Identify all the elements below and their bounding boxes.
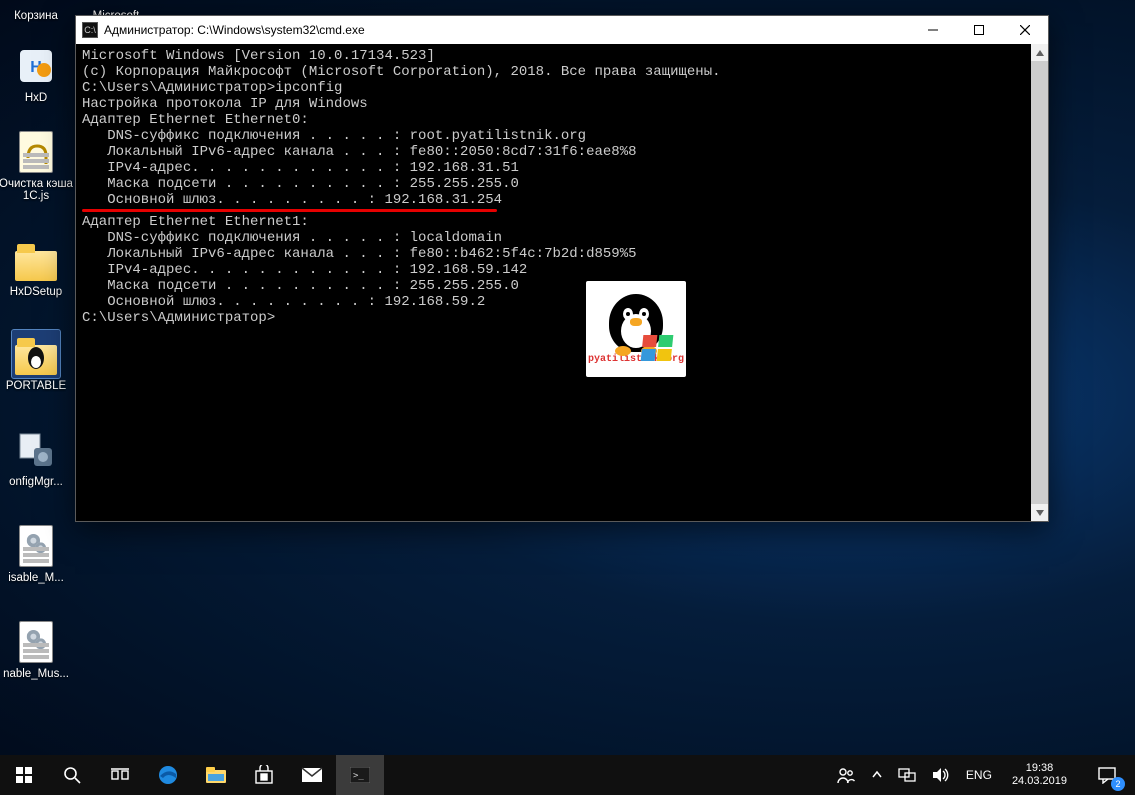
- icon-label: isable_M...: [8, 572, 64, 584]
- maximize-button[interactable]: [956, 16, 1002, 44]
- desktop-icon-ochistka[interactable]: Очистка кэша 1C.js: [0, 128, 74, 202]
- cmd-line: IPv4-адрес. . . . . . . . . . . . : 192.…: [82, 160, 1025, 176]
- action-center-button[interactable]: 2: [1083, 755, 1131, 795]
- cmd-line: Локальный IPv6-адрес канала . . . : fe80…: [82, 246, 1025, 262]
- taskbar-cmd[interactable]: >_: [336, 755, 384, 795]
- people-icon[interactable]: [832, 755, 860, 795]
- clock[interactable]: 19:38 24.03.2019: [1004, 762, 1075, 788]
- icon-label: PORTABLE: [6, 380, 66, 392]
- volume-icon[interactable]: [928, 755, 954, 795]
- desktop-icon-nable-mus[interactable]: nable_Mus...: [0, 618, 74, 680]
- cmd-line: Основной шлюз. . . . . . . . . : 192.168…: [82, 192, 1025, 208]
- cmd-line: Маска подсети . . . . . . . . . . : 255.…: [82, 278, 1025, 294]
- taskbar-mail[interactable]: [288, 755, 336, 795]
- notification-badge: 2: [1111, 777, 1125, 791]
- cmd-window: C:\ Администратор: C:\Windows\system32\c…: [75, 15, 1049, 522]
- cmd-line: Локальный IPv6-адрес канала . . . : fe80…: [82, 144, 1025, 160]
- vertical-scrollbar[interactable]: [1031, 44, 1048, 521]
- cmd-line: (c) Корпорация Майкрософт (Microsoft Cor…: [82, 64, 1025, 80]
- desktop-icon-korzina[interactable]: Корзина: [0, 0, 74, 22]
- minimize-button[interactable]: [910, 16, 956, 44]
- cmd-line: Настройка протокола IP для Windows: [82, 96, 1025, 112]
- icon-label: HxDSetup: [10, 286, 62, 298]
- desktop-icon-portable[interactable]: PORTABLE: [0, 330, 74, 392]
- cmd-line: Microsoft Windows [Version 10.0.17134.52…: [82, 48, 1025, 64]
- icon-label: Очистка кэша 1C.js: [0, 178, 74, 202]
- taskbar-store[interactable]: [240, 755, 288, 795]
- icon-label: onfigMgr...: [9, 476, 63, 488]
- clock-date: 24.03.2019: [1012, 775, 1067, 788]
- desktop-icon-configmgr[interactable]: onfigMgr...: [0, 426, 74, 488]
- scroll-up-icon[interactable]: [1031, 44, 1048, 61]
- start-button[interactable]: [0, 755, 48, 795]
- search-button[interactable]: [48, 755, 96, 795]
- icon-label: nable_Mus...: [3, 668, 69, 680]
- system-tray: ENG 19:38 24.03.2019 2: [832, 755, 1135, 795]
- cmd-line: Основной шлюз. . . . . . . . . : 192.168…: [82, 294, 1025, 310]
- icon-label: HxD: [25, 92, 47, 104]
- task-view-button[interactable]: [96, 755, 144, 795]
- scroll-down-icon[interactable]: [1031, 504, 1048, 521]
- cmd-line: DNS-суффикс подключения . . . . . : loca…: [82, 230, 1025, 246]
- language-indicator[interactable]: ENG: [962, 755, 996, 795]
- desktop-icon-hxd[interactable]: H HxD: [0, 42, 74, 104]
- desktop-icon-disable-m[interactable]: isable_M...: [0, 522, 74, 584]
- taskbar: >_ ENG 19:38 24.03.2019 2: [0, 755, 1135, 795]
- cmd-line: Адаптер Ethernet Ethernet0:: [82, 112, 1025, 128]
- highlight-underline: [82, 209, 497, 212]
- windows-flag-icon: [641, 335, 674, 361]
- window-title: Администратор: C:\Windows\system32\cmd.e…: [104, 23, 910, 37]
- cmd-line: C:\Users\Администратор>ipconfig: [82, 80, 1025, 96]
- taskbar-explorer[interactable]: [192, 755, 240, 795]
- network-icon[interactable]: [894, 755, 920, 795]
- icon-label: Корзина: [14, 10, 58, 22]
- close-button[interactable]: [1002, 16, 1048, 44]
- cmd-line: IPv4-адрес. . . . . . . . . . . . : 192.…: [82, 262, 1025, 278]
- window-titlebar[interactable]: C:\ Администратор: C:\Windows\system32\c…: [76, 16, 1048, 44]
- cmd-icon: C:\: [82, 22, 98, 38]
- cmd-line: DNS-суффикс подключения . . . . . : root…: [82, 128, 1025, 144]
- desktop-icon-hxdsetup[interactable]: HxDSetup: [0, 236, 74, 298]
- cmd-line: C:\Users\Администратор>: [82, 310, 1025, 326]
- cmd-line: Маска подсети . . . . . . . . . . : 255.…: [82, 176, 1025, 192]
- cmd-line: Адаптер Ethernet Ethernet1:: [82, 214, 1025, 230]
- scrollbar-thumb[interactable]: [1031, 44, 1048, 521]
- tray-expand-icon[interactable]: [868, 755, 886, 795]
- watermark-logo: pyatilistnik.org: [586, 281, 686, 377]
- taskbar-edge[interactable]: [144, 755, 192, 795]
- clock-time: 19:38: [1026, 762, 1054, 775]
- svg-text:>_: >_: [353, 771, 364, 781]
- cmd-output[interactable]: Microsoft Windows [Version 10.0.17134.52…: [76, 44, 1031, 521]
